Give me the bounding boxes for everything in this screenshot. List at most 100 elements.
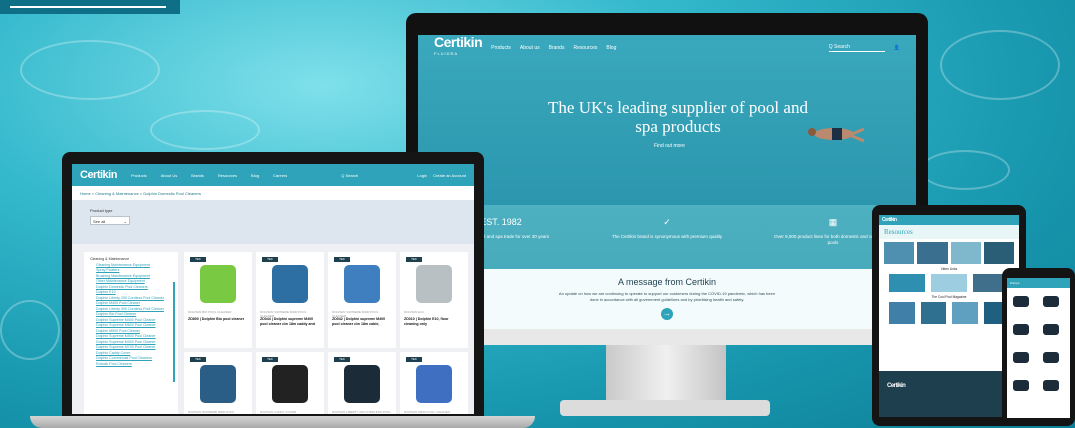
product-card[interactable]: TEK DOLPHIN CADDY COVER (256, 352, 324, 414)
pool-cleaner-image[interactable] (416, 365, 452, 403)
phone-screen: Pumps (1007, 278, 1070, 418)
breadcrumb[interactable]: Home > Cleaning & Maintenance > Dolphin … (72, 186, 474, 200)
pump-image[interactable] (1043, 296, 1059, 307)
nav-about[interactable]: About Us (161, 173, 177, 178)
top-decoration-bar (0, 0, 180, 14)
pump-image[interactable] (1043, 352, 1059, 363)
magazine-heading: The Cool Pool Magazine (931, 295, 967, 299)
product-badge: TEK (262, 257, 278, 262)
nav-blog[interactable]: Blog (251, 173, 259, 178)
product-card[interactable]: TEK DOLPHIN SUPREME M400 POOL CLEANER ZD04… (328, 252, 396, 348)
account-links: Login Create an Account (417, 173, 466, 178)
product-card[interactable]: TEK DOLPHIN E10 ZD010 | Dolphin E10, floor… (400, 252, 468, 348)
desktop-nav: Certikin FLUIDRA Products About us Brands… (418, 35, 916, 61)
product-card[interactable]: TEK DOLPHIN BIO POOL CLEANER ZD800 | Dolph… (184, 252, 252, 348)
product-badge: TEK (406, 257, 422, 262)
tablet-screen: Certikin Resources Video Links The Cool … (879, 215, 1019, 417)
monitor-stand (606, 345, 726, 407)
desktop-screen: Certikin FLUIDRA Products About us Brands… (418, 35, 916, 329)
pool-cleaner-image[interactable] (344, 365, 380, 403)
message-title: A message from Certikin (617, 277, 717, 287)
nav-careers[interactable]: Careers (273, 173, 287, 178)
product-brand: DOLPHIN CADDY COVER (260, 410, 297, 414)
product-badge: TEK (334, 357, 350, 362)
nav-products[interactable]: Products (491, 45, 511, 51)
message-text: An update on how we are continuing to op… (558, 291, 776, 302)
nav-brands[interactable]: Brands (549, 45, 565, 51)
product-name[interactable]: ZD800 | Dolphin Bio pool cleaner (188, 317, 248, 322)
nav-about[interactable]: About us (520, 45, 540, 51)
water-ripple (150, 110, 260, 150)
product-type-select[interactable]: See all ⌄ (90, 216, 130, 225)
pump-image[interactable] (1043, 324, 1059, 335)
user-icon[interactable]: 👤 (894, 45, 900, 51)
product-card[interactable]: TEK DOLPHIN M500 POOL CLEANER (400, 352, 468, 414)
pool-cleaner-image[interactable] (272, 265, 308, 303)
product-name[interactable]: ZD044 | Dolphin supreme M400 pool cleane… (260, 317, 320, 327)
scrollbar[interactable] (173, 282, 175, 382)
category-sidebar: Cleaning & Maintenance Cleaning Maintena… (84, 252, 178, 414)
product-card[interactable]: TEK DOLPHIN SUPREME M400 POOL CLEANER ZD04… (256, 252, 324, 348)
filter-bar: Product type See all ⌄ (72, 200, 474, 244)
nav-blog[interactable]: Blog (606, 45, 616, 51)
nav-brands[interactable]: Brands (191, 173, 204, 178)
find-out-more-link[interactable]: Find out more (654, 143, 685, 149)
product-badge: TEK (262, 357, 278, 362)
pump-image[interactable] (1013, 324, 1029, 335)
resources-banner: Resources (879, 225, 1019, 239)
swimmer-image (808, 127, 864, 143)
tablet-footer: Certikin (879, 371, 1019, 417)
product-name[interactable]: ZD010 | Dolphin E10, floor cleaning only (404, 317, 464, 327)
product-badge: TEK (190, 257, 206, 262)
phone-nav: Pumps (1007, 278, 1070, 288)
monitor-base (560, 400, 770, 416)
product-brand: DOLPHIN E10 (404, 310, 424, 314)
monitor-chin (406, 329, 928, 345)
search-input[interactable]: Q Search (828, 44, 885, 52)
pool-cleaner-image[interactable] (200, 265, 236, 303)
product-brand: DOLPHIN BIO POOL CLEANER (188, 310, 232, 314)
arrow-right-icon[interactable]: → (661, 308, 673, 320)
pool-cleaner-image[interactable] (200, 365, 236, 403)
laptop-screen: Certikin Products About Us Brands Resour… (72, 164, 474, 414)
pump-image[interactable] (1043, 380, 1059, 391)
product-card[interactable]: TEK DOLPHIN SUPREME M600 POOL (184, 352, 252, 414)
pool-cleaner-image[interactable] (272, 365, 308, 403)
certikin-logo[interactable]: Certikin (80, 169, 117, 180)
stat-quality: ✓ The Certikin brand is synonymous with p… (607, 213, 727, 269)
magazine-covers (889, 302, 1009, 324)
product-brand: DOLPHIN LIBERTY 200 CORDLESS POOL (332, 410, 391, 414)
pool-cleaner-image[interactable] (416, 265, 452, 303)
pump-image[interactable] (1013, 380, 1029, 391)
desktop-monitor: Certikin FLUIDRA Products About us Brands… (406, 13, 928, 345)
water-ripple (20, 40, 160, 100)
message-section: A message from Certikin An update on how… (418, 269, 916, 329)
laptop-nav: Certikin Products About Us Brands Resour… (72, 164, 474, 186)
nav-resources[interactable]: Resources (218, 173, 237, 178)
nav-products[interactable]: Products (131, 173, 147, 178)
pool-cleaner-image[interactable] (344, 265, 380, 303)
product-badge: TEK (406, 357, 422, 362)
certikin-logo[interactable]: Certikin (882, 217, 897, 223)
login-link[interactable]: Login (417, 173, 427, 178)
pump-image[interactable] (1013, 352, 1029, 363)
search-input[interactable]: Q Search (341, 173, 358, 178)
certikin-logo[interactable]: Certikin FLUIDRA (434, 35, 483, 59)
pump-image[interactable] (1013, 296, 1029, 307)
tablet-nav: Certikin (879, 215, 1019, 225)
laptop: Certikin Products About Us Brands Resour… (62, 152, 484, 422)
sidebar-item[interactable]: Robotic Pool Cleaners (90, 362, 172, 368)
chevron-down-icon: ⌄ (123, 219, 127, 224)
water-ripple (940, 30, 1060, 100)
hero-title: The UK's leading supplier of pool and sp… (548, 98, 808, 136)
create-account-link[interactable]: Create an Account (433, 173, 466, 178)
nav-resources[interactable]: Resources (573, 45, 597, 51)
product-card[interactable]: TEK DOLPHIN LIBERTY 200 CORDLESS POOL (328, 352, 396, 414)
laptop-base (30, 416, 535, 428)
product-name[interactable]: ZD042 | Dolphin supreme M400 pool cleane… (332, 317, 392, 327)
product-brand: DOLPHIN SUPREME M600 POOL (188, 410, 235, 414)
phone: Pumps (1002, 268, 1075, 426)
product-badge: TEK (334, 257, 350, 262)
product-grid: TEK DOLPHIN BIO POOL CLEANER ZD800 | Dolph… (184, 252, 474, 414)
stats-strip: EST. 1982 Serving the pool and spa trade … (418, 205, 916, 269)
